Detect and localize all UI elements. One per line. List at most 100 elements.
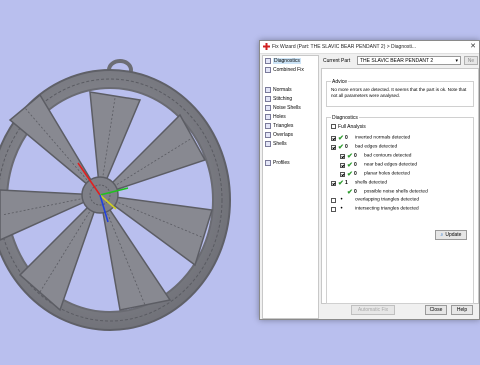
stitching-icon <box>265 96 271 102</box>
diag-count: 0 <box>345 135 348 141</box>
nav-label: Shells <box>273 141 287 147</box>
nav-label: Holes <box>273 114 286 120</box>
holes-icon <box>265 114 271 120</box>
nav-item-profiles[interactable]: Profiles <box>265 160 290 168</box>
combined-fix-icon <box>265 67 271 73</box>
nav-label: Normals <box>273 87 292 93</box>
window-close-icon[interactable]: ✕ <box>470 42 476 50</box>
nav-item-noise-shells[interactable]: Noise Shells <box>265 105 301 113</box>
diag-count: 0 <box>354 189 357 195</box>
diagnostics-title: Diagnostics <box>331 115 359 121</box>
noise-shells-icon <box>265 105 271 111</box>
nav-item-combined-fix[interactable]: Combined Fix <box>265 67 304 75</box>
ok-check-icon: ✔ <box>347 189 353 196</box>
diag-label: bad contours detected <box>364 153 412 159</box>
diag-row-inverted-normals: ✔0 inverted normals detected <box>331 134 410 142</box>
checkbox[interactable] <box>331 124 336 130</box>
automatic-fix-button[interactable]: Automatic Fix <box>351 305 395 315</box>
diag-label: intersecting triangles detected <box>355 206 419 212</box>
diag-label: planar holes detected <box>364 171 410 177</box>
profiles-icon <box>265 160 271 166</box>
magnifier-icon <box>265 58 271 64</box>
update-button[interactable]: ⌕ Update <box>435 230 467 240</box>
magnifier-icon: ⌕ <box>440 232 444 238</box>
nav-label: Overlaps <box>273 132 294 138</box>
current-part-label: Current Part <box>323 58 351 64</box>
diag-label: inverted normals detected <box>355 135 411 141</box>
ok-check-icon: ✔ <box>347 153 353 160</box>
nav-item-stitching[interactable]: Stitching <box>265 96 292 104</box>
current-part-select[interactable]: THE SLAVIC BEAR PENDANT 2 ▾ <box>357 56 461 65</box>
full-analysis-label: Full Analysis <box>338 124 366 130</box>
triangles-icon <box>265 123 271 129</box>
advice-text: No more errors are detected. It seems th… <box>331 87 467 98</box>
ok-check-icon: ✔ <box>347 171 353 178</box>
ok-check-icon: ✔ <box>338 144 344 151</box>
shells-icon <box>265 141 271 147</box>
diagnostics-panel: Advice No more errors are detected. It s… <box>321 68 479 304</box>
not-analysed-dot-icon: • <box>340 206 343 212</box>
checkbox[interactable] <box>340 162 345 168</box>
nav-label: Diagnostics <box>273 58 301 64</box>
window-title: Fix Wizard (Part: THE SLAVIC BEAR PENDAN… <box>272 44 417 50</box>
advice-group: Advice No more errors are detected. It s… <box>326 79 474 107</box>
diag-count: 0 <box>354 153 357 159</box>
diag-row-shells: ✔1 shells detected <box>331 179 387 187</box>
advice-title: Advice <box>331 79 349 85</box>
full-analysis-checkbox[interactable]: Full Analysis <box>331 124 366 130</box>
wizard-nav: Diagnostics Combined Fix Normals Stitchi… <box>262 55 319 319</box>
diag-row-near-bad-edges: ✔0 near bad edges detected <box>340 161 417 169</box>
normals-icon <box>265 87 271 93</box>
diag-label: near bad edges detected <box>364 162 418 168</box>
diag-row-bad-edges: ✔0 bad edges detected <box>331 143 397 151</box>
fix-wizard-dialog: Fix Wizard (Part: THE SLAVIC BEAR PENDAN… <box>259 40 480 320</box>
dialog-footer: Automatic Fix Close Help <box>321 305 479 319</box>
checkbox[interactable] <box>331 206 336 212</box>
update-label: Update <box>445 232 462 238</box>
diag-label: overlapping triangles detected <box>355 197 420 203</box>
nav-item-triangles[interactable]: Triangles <box>265 123 293 131</box>
diag-count: 1 <box>345 180 348 186</box>
nav-label: Triangles <box>273 123 294 129</box>
diagnostics-group: Diagnostics Full Analysis ✔0 inverted nor… <box>326 115 474 304</box>
next-part-button[interactable]: Ne <box>464 56 478 65</box>
not-analysed-dot-icon: • <box>340 197 343 203</box>
nav-item-holes[interactable]: Holes <box>265 114 286 122</box>
ok-check-icon: ✔ <box>347 162 353 169</box>
diag-count: 0 <box>354 162 357 168</box>
ok-check-icon: ✔ <box>338 180 344 187</box>
diag-row-intersecting-triangles: • intersecting triangles detected <box>331 206 419 214</box>
title-bar[interactable]: Fix Wizard (Part: THE SLAVIC BEAR PENDAN… <box>260 41 479 54</box>
checkbox[interactable] <box>331 144 336 150</box>
close-button[interactable]: Close <box>425 305 447 315</box>
diag-label: bad edges detected <box>355 144 398 150</box>
checkbox[interactable] <box>331 197 336 203</box>
diag-row-overlapping-triangles: • overlapping triangles detected <box>331 197 419 205</box>
checkbox[interactable] <box>331 135 336 141</box>
diag-row-planar-holes: ✔0 planar holes detected <box>340 170 410 178</box>
ok-check-icon: ✔ <box>338 135 344 142</box>
nav-label: Profiles <box>273 160 290 166</box>
nav-label: Combined Fix <box>273 67 304 73</box>
chevron-down-icon: ▾ <box>455 58 458 64</box>
diag-count: 0 <box>354 171 357 177</box>
diag-label: possible noise shells detected <box>364 189 428 195</box>
help-button[interactable]: Help <box>451 305 473 315</box>
nav-item-overlaps[interactable]: Overlaps <box>265 132 293 140</box>
checkbox[interactable] <box>340 171 345 177</box>
nav-label: Noise Shells <box>273 105 301 111</box>
checkbox[interactable] <box>331 180 336 186</box>
nav-item-shells[interactable]: Shells <box>265 141 287 149</box>
wizard-cross-icon <box>263 43 270 50</box>
diag-row-bad-contours: ✔0 bad contours detected <box>340 152 411 160</box>
overlaps-icon <box>265 132 271 138</box>
diag-label: shells detected <box>355 180 387 186</box>
wizard-content: Current Part THE SLAVIC BEAR PENDANT 2 ▾… <box>321 55 479 319</box>
diag-row-noise-shells: ✔0 possible noise shells detected <box>340 188 428 196</box>
current-part-value: THE SLAVIC BEAR PENDANT 2 <box>360 58 434 64</box>
nav-label: Stitching <box>273 96 293 102</box>
diag-count: 0 <box>345 144 348 150</box>
checkbox[interactable] <box>340 153 345 159</box>
nav-item-normals[interactable]: Normals <box>265 87 292 95</box>
nav-item-diagnostics[interactable]: Diagnostics <box>265 58 301 66</box>
